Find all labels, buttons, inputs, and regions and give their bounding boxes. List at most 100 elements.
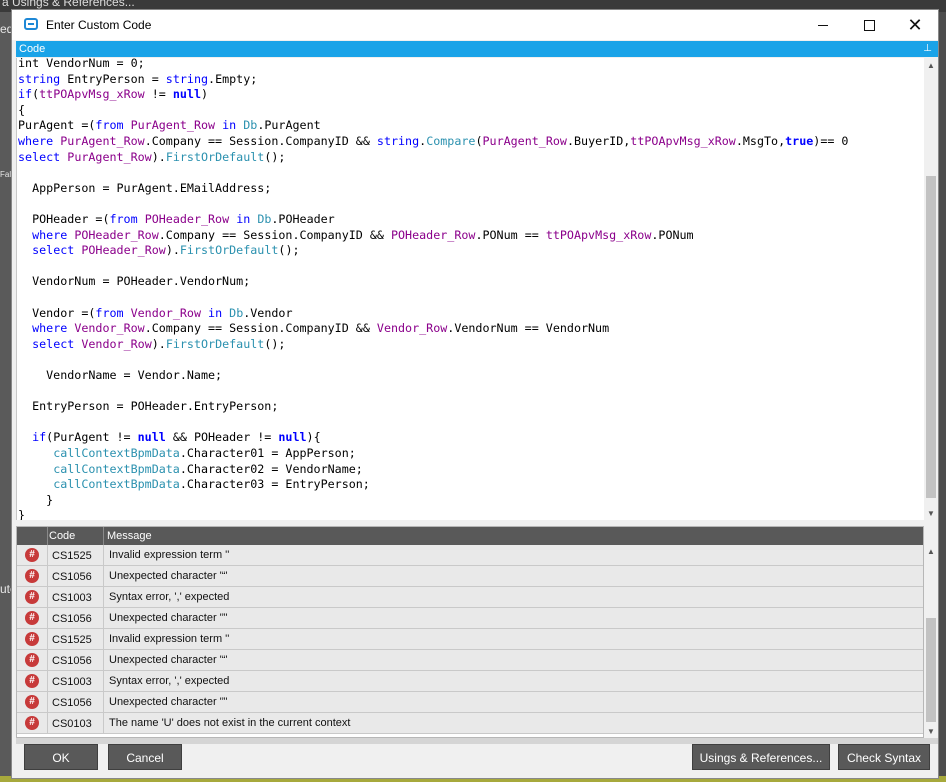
code-editor[interactable]: int VendorNum = 0; string EntryPerson = s… — [16, 58, 925, 520]
scroll-up-icon[interactable]: ▲ — [924, 58, 938, 72]
scroll-up-icon[interactable]: ▲ — [924, 544, 938, 558]
error-row[interactable]: # CS1525 Invalid expression term '' — [17, 545, 923, 566]
code-line[interactable]: int VendorNum = 0; — [18, 58, 145, 71]
cancel-button[interactable]: Cancel — [108, 744, 182, 770]
error-message: Unexpected character '“' — [109, 654, 228, 666]
column-separator — [103, 650, 104, 670]
background-app-left-panel: ed Fals ute — [0, 12, 17, 782]
error-message: The name 'U' does not exist in the curre… — [109, 717, 351, 729]
error-icon: # — [25, 632, 39, 646]
maximize-button[interactable] — [846, 10, 892, 40]
code-line[interactable]: where POHeader_Row.Company == Session.Co… — [18, 227, 694, 243]
code-line[interactable]: callContextBpmData.Character03 = EntryPe… — [18, 476, 370, 492]
error-code: CS1056 — [52, 697, 92, 709]
code-line[interactable]: EntryPerson = POHeader.EntryPerson; — [18, 398, 278, 414]
code-line[interactable]: } — [18, 492, 53, 508]
error-row[interactable]: # CS0103 The name 'U' does not exist in th… — [17, 713, 923, 734]
close-icon: ✕ — [907, 15, 923, 35]
code-line[interactable]: where Vendor_Row.Company == Session.Comp… — [18, 320, 609, 336]
code-line[interactable]: select POHeader_Row).FirstOrDefault(); — [18, 242, 299, 258]
column-separator — [103, 713, 104, 733]
code-panel-header: Code ⊥ — [16, 41, 938, 57]
dialog-title: Enter Custom Code — [46, 18, 152, 32]
error-row[interactable]: # CS1525 Invalid expression term '' — [17, 629, 923, 650]
error-code: CS1525 — [52, 550, 92, 562]
column-separator — [103, 671, 104, 691]
minimize-icon — [818, 24, 828, 26]
code-line[interactable]: POHeader =(from POHeader_Row in Db.POHea… — [18, 211, 335, 227]
error-icon: # — [25, 716, 39, 730]
column-separator — [103, 545, 104, 565]
ok-button[interactable]: OK — [24, 744, 98, 770]
code-line[interactable]: { — [18, 102, 25, 118]
error-row[interactable]: # CS1003 Syntax error, ',' expected — [17, 587, 923, 608]
column-separator — [47, 713, 48, 733]
scrollbar-thumb[interactable] — [926, 176, 936, 498]
errors-grid-header: Code Message — [17, 527, 923, 545]
code-line[interactable]: select Vendor_Row).FirstOrDefault(); — [18, 336, 285, 352]
error-row[interactable]: # CS1003 Syntax error, ',' expected — [17, 671, 923, 692]
error-message: Unexpected character '”' — [109, 612, 228, 624]
error-code: CS1003 — [52, 676, 92, 688]
error-row[interactable]: # CS1056 Unexpected character '”' — [17, 692, 923, 713]
errors-grid: Code Message # CS1525 Invalid expression t… — [16, 526, 924, 738]
error-icon: # — [25, 611, 39, 625]
error-code: CS1525 — [52, 634, 92, 646]
scroll-down-icon[interactable]: ▼ — [924, 506, 938, 520]
editor-vertical-scrollbar[interactable]: ▲ ▼ — [924, 58, 938, 520]
error-message: Syntax error, ',' expected — [109, 675, 230, 687]
error-icon: # — [25, 674, 39, 688]
error-message: Unexpected character '”' — [109, 696, 228, 708]
error-icon: # — [25, 590, 39, 604]
code-line[interactable]: Vendor =(from Vendor_Row in Db.Vendor — [18, 305, 292, 321]
close-button[interactable]: ✕ — [892, 10, 938, 40]
scroll-down-icon[interactable]: ▼ — [924, 724, 938, 738]
error-row[interactable]: # CS1056 Unexpected character '“' — [17, 566, 923, 587]
errors-vertical-scrollbar[interactable]: ▲ ▼ — [924, 526, 938, 738]
maximize-icon — [863, 19, 875, 31]
code-line[interactable]: where PurAgent_Row.Company == Session.Co… — [18, 133, 848, 149]
code-line[interactable]: select PurAgent_Row).FirstOrDefault(); — [18, 149, 285, 165]
column-separator — [103, 608, 104, 628]
code-line[interactable]: if(PurAgent != null && POHeader != null)… — [18, 429, 321, 445]
column-header-message[interactable]: Message — [107, 530, 152, 542]
column-separator — [103, 629, 104, 649]
column-separator — [47, 545, 48, 565]
column-separator — [47, 527, 48, 545]
column-separator — [47, 629, 48, 649]
code-line[interactable]: if(ttPOApvMsg_xRow != null) — [18, 86, 208, 102]
code-line[interactable]: callContextBpmData.Character01 = AppPers… — [18, 445, 356, 461]
column-separator — [47, 650, 48, 670]
background-title-fragment: a Usings & References... — [2, 0, 135, 9]
error-icon: # — [25, 695, 39, 709]
code-line[interactable]: AppPerson = PurAgent.EMailAddress; — [18, 180, 271, 196]
code-line[interactable]: VendorName = Vendor.Name; — [18, 367, 222, 383]
code-line[interactable]: PurAgent =(from PurAgent_Row in Db.PurAg… — [18, 117, 321, 133]
check-syntax-button[interactable]: Check Syntax — [838, 744, 930, 770]
dialog-titlebar[interactable]: Enter Custom Code ✕ — [12, 10, 938, 40]
pin-icon[interactable]: ⊥ — [923, 41, 932, 57]
code-window-icon — [24, 18, 38, 30]
column-header-code[interactable]: Code — [49, 530, 75, 542]
error-code: CS1056 — [52, 571, 92, 583]
usings-references-button[interactable]: Usings & References... — [692, 744, 830, 770]
error-message: Invalid expression term '' — [109, 549, 230, 561]
error-code: CS1056 — [52, 655, 92, 667]
error-message: Unexpected character '“' — [109, 570, 228, 582]
code-line[interactable]: VendorNum = POHeader.VendorNum; — [18, 273, 250, 289]
scrollbar-thumb[interactable] — [926, 618, 936, 722]
column-separator — [47, 671, 48, 691]
error-message: Syntax error, ',' expected — [109, 591, 230, 603]
code-line[interactable]: callContextBpmData.Character02 = VendorN… — [18, 461, 363, 477]
column-separator — [103, 527, 104, 545]
error-row[interactable]: # CS1056 Unexpected character '“' — [17, 650, 923, 671]
error-code: CS1056 — [52, 613, 92, 625]
column-separator — [103, 692, 104, 712]
code-panel-title: Code — [19, 43, 46, 55]
error-code: CS0103 — [52, 718, 92, 730]
error-row[interactable]: # CS1056 Unexpected character '”' — [17, 608, 923, 629]
code-line[interactable]: } — [18, 507, 25, 520]
code-line[interactable]: string EntryPerson = string.Empty; — [18, 71, 257, 87]
minimize-button[interactable] — [800, 10, 846, 40]
column-separator — [47, 608, 48, 628]
